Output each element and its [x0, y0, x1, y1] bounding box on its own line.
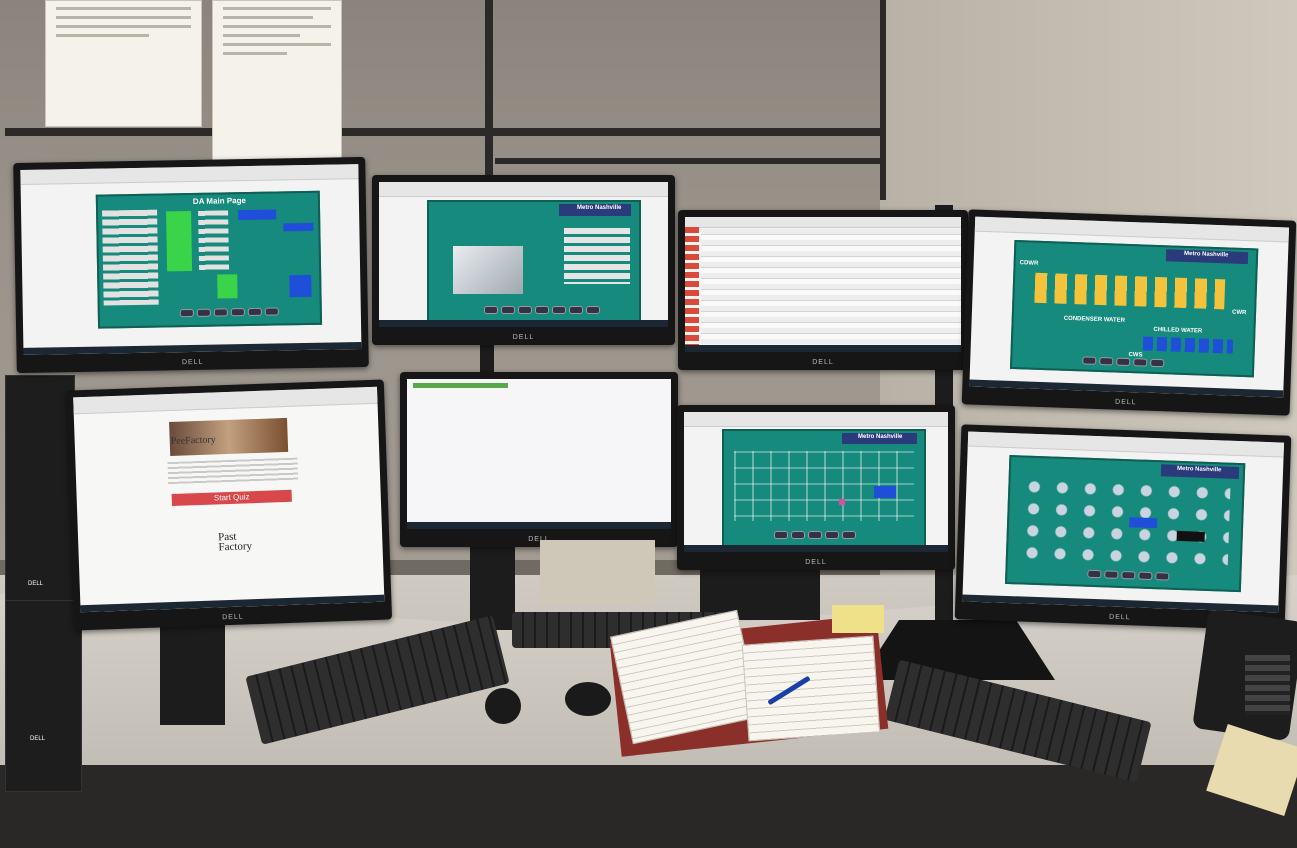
- wall-rail: [5, 128, 885, 136]
- taskbar: [969, 379, 1284, 398]
- nav-buttons[interactable]: [179, 307, 279, 318]
- banner-title: Metro Nashville: [1176, 465, 1222, 474]
- posted-checklist: [212, 0, 342, 162]
- device-list: [102, 209, 159, 306]
- app-toolbar: [967, 431, 1285, 458]
- footer-logo: Past Factory: [217, 530, 253, 554]
- pc-tower-lower: DELL: [5, 600, 82, 792]
- taskbar: [23, 342, 362, 355]
- status-flag-2: [283, 222, 314, 232]
- monitor-alarm-list: DELL: [678, 210, 968, 370]
- taskbar: [962, 594, 1279, 613]
- monitor-logo: DELL: [805, 559, 827, 566]
- value-list: [198, 210, 230, 271]
- scada-panel: DA Main Page: [95, 190, 323, 329]
- nav-buttons[interactable]: [1082, 356, 1165, 368]
- monitor-logo: DELL: [181, 358, 204, 367]
- app-toolbar: [974, 216, 1290, 243]
- monitor-ahu-overview: Metro Nashville DELL: [954, 424, 1292, 631]
- tower-logo: DELL: [28, 581, 44, 587]
- monitor-logo: DELL: [1108, 613, 1131, 622]
- monitor-blank: DELL: [400, 372, 678, 547]
- alarm-box: [1176, 530, 1205, 542]
- chiller-readouts: [564, 228, 630, 284]
- nav-buttons[interactable]: [1087, 569, 1170, 581]
- wall-rail-2: [495, 158, 885, 164]
- status-block-3: [289, 274, 312, 298]
- sheet-header: [413, 383, 508, 388]
- notebook-page-right: [741, 635, 881, 742]
- app-toolbar: [684, 412, 948, 427]
- tower-logo-2: DELL: [30, 736, 46, 742]
- chiller-unit-image: [453, 246, 523, 294]
- pc-tower-upper: DELL: [5, 375, 75, 607]
- posted-note: [45, 0, 202, 127]
- label-condenser: CONDENSER WATER: [1063, 315, 1126, 324]
- status-flag: [238, 209, 277, 221]
- metro-banner: Metro Nashville: [1165, 249, 1249, 265]
- taskbar: [685, 345, 961, 352]
- label-cwr: CWR: [1231, 309, 1247, 317]
- banner-title: Metro Nashville: [577, 205, 622, 211]
- monitor-top-middle: Metro Nashville DELL: [372, 175, 675, 345]
- site-brand: PeeFactory: [170, 434, 216, 447]
- app-toolbar: [379, 182, 668, 197]
- label-cdwr: CDWR: [1019, 260, 1039, 267]
- nav-buttons[interactable]: [484, 306, 600, 314]
- status-block-2: [217, 274, 238, 299]
- monitor-logo: DELL: [1114, 398, 1137, 407]
- banner-title: Metro Nashville: [1183, 250, 1229, 259]
- app-toolbar: [20, 164, 359, 185]
- monitor-logo: DELL: [812, 359, 834, 366]
- wall-edge: [880, 0, 886, 200]
- label-chilled: CHILLED WATER: [1153, 326, 1203, 335]
- flow-panel: Metro Nashville: [722, 429, 926, 548]
- monitor-logo: DELL: [512, 334, 535, 341]
- monitor-top-left: DA Main Page DELL: [13, 156, 369, 374]
- metro-banner: Metro Nashville: [1160, 464, 1240, 480]
- mouse-left[interactable]: [485, 688, 521, 724]
- monitor-flow-diagram: Metro Nashville DELL: [677, 405, 955, 570]
- taskbar: [379, 320, 668, 327]
- alarm-marker: [839, 499, 845, 505]
- metro-banner: Metro Nashville: [842, 433, 917, 444]
- status-block: [166, 210, 193, 272]
- intro-text: [167, 457, 299, 485]
- status-box: [1129, 517, 1158, 529]
- taskbar: [80, 594, 385, 613]
- monitor-logo: DELL: [222, 613, 244, 622]
- banner-title: Metro Nashville: [858, 434, 903, 440]
- monitor-quiz: PeeFactory Start Quiz Past Factory DELL: [65, 379, 393, 631]
- pump-array: [1034, 272, 1226, 310]
- fan-array: [1017, 475, 1231, 568]
- sticky-notes: [832, 605, 884, 633]
- flow-indicators: [1142, 336, 1234, 354]
- alarm-table: [701, 229, 961, 344]
- metro-banner: Metro Nashville: [559, 204, 631, 216]
- alarm-severity-column: [685, 227, 699, 345]
- nav-buttons[interactable]: [774, 531, 856, 539]
- browser-toolbar: [73, 386, 378, 415]
- taskbar: [407, 522, 671, 529]
- taskbar: [684, 545, 948, 552]
- ahu-panel: Metro Nashville: [1004, 454, 1246, 593]
- phone-keypad[interactable]: [1245, 655, 1290, 715]
- monitor-chilled-water: Metro Nashville CDWR CWR CONDENSER WATER…: [961, 209, 1297, 416]
- mouse-right[interactable]: [565, 682, 611, 716]
- chiller-panel: Metro Nashville: [427, 200, 641, 322]
- start-quiz-button[interactable]: Start Quiz: [171, 489, 292, 506]
- wall-post: [485, 0, 493, 180]
- status-box: [874, 486, 896, 498]
- paper-stack: [540, 540, 655, 605]
- panel-title: DA Main Page: [192, 196, 247, 206]
- chiller-plant-panel: Metro Nashville CDWR CWR CONDENSER WATER…: [1009, 239, 1259, 378]
- app-toolbar: [685, 217, 961, 228]
